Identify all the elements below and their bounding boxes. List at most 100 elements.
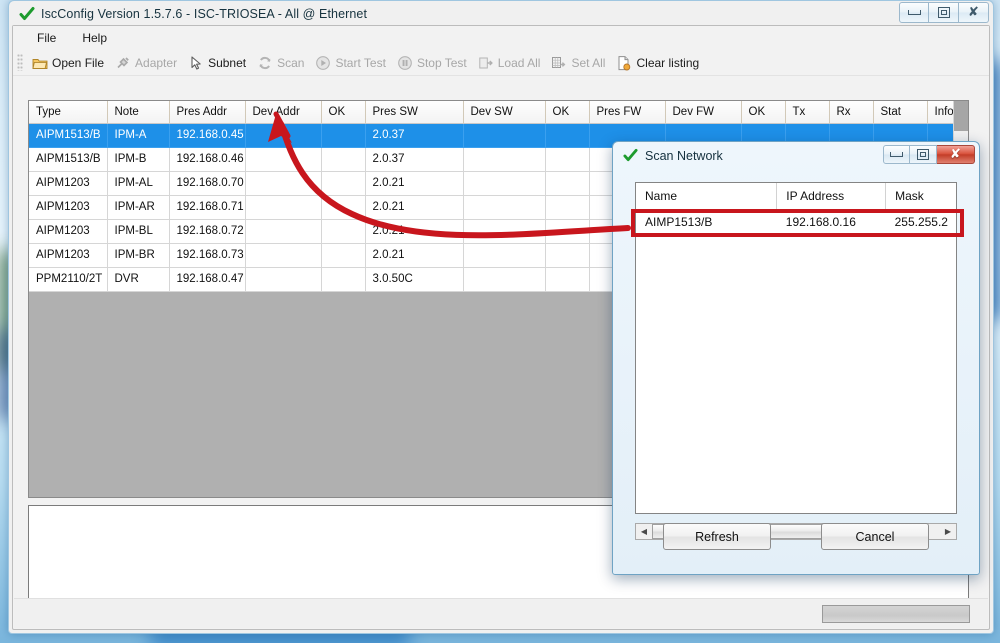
cell-dev-sw — [463, 147, 546, 172]
column-header-tx[interactable]: Tx — [785, 101, 830, 124]
cell-dev-addr — [245, 243, 322, 268]
scan-column-header-name[interactable]: Name — [636, 183, 778, 210]
toolbar-load-all-label: Load All — [497, 55, 541, 70]
cell-note: IPM-A — [107, 123, 170, 148]
annotation-highlight-rect — [631, 209, 964, 237]
column-header-rx[interactable]: Rx — [829, 101, 874, 124]
cell-ok-1 — [321, 123, 366, 148]
cell-dev-addr — [245, 123, 322, 148]
toolbar-open-file[interactable]: Open File — [27, 52, 109, 73]
toolbar-clear-listing[interactable]: Clear listing — [611, 52, 704, 73]
cell-dev-sw — [463, 267, 546, 292]
scan-column-header-ip[interactable]: IP Address — [776, 183, 887, 210]
cell-dev-sw — [463, 171, 546, 196]
refresh-icon — [257, 55, 273, 71]
maximize-button[interactable] — [929, 2, 959, 23]
column-header-type[interactable]: Type — [29, 101, 108, 124]
minimize-icon — [890, 152, 903, 157]
toolbar-adapter[interactable]: Adapter — [110, 52, 182, 73]
close-button[interactable]: ✘ — [959, 2, 989, 23]
cell-pres-sw: 2.0.21 — [365, 219, 464, 244]
cell-ok-1 — [321, 147, 366, 172]
toolbar-scan[interactable]: Scan — [252, 52, 309, 73]
column-header-stat[interactable]: Stat — [873, 101, 928, 124]
toolbar-load-all[interactable]: Load All — [473, 52, 546, 73]
dialog-maximize-button[interactable] — [910, 145, 937, 164]
toolbar: Open File Adapter Subnet Scan Start Test… — [13, 50, 989, 76]
cell-ok-2 — [545, 219, 590, 244]
cell-ok-2 — [545, 171, 590, 196]
cell-dev-addr — [245, 147, 322, 172]
toolbar-start-test[interactable]: Start Test — [310, 52, 390, 73]
cell-pres-sw: 2.0.37 — [365, 147, 464, 172]
close-icon: ✘ — [950, 147, 961, 162]
dialog-title: Scan Network — [645, 148, 723, 163]
cell-pres-sw: 2.0.21 — [365, 195, 464, 220]
upload-grid-icon — [551, 55, 567, 71]
column-header-ok-3[interactable]: OK — [741, 101, 786, 124]
cancel-button-label: Cancel — [855, 529, 895, 544]
cell-type: AIPM1203 — [29, 171, 108, 196]
cell-type: AIPM1513/B — [29, 123, 108, 148]
cell-ok-1 — [321, 219, 366, 244]
column-header-note[interactable]: Note — [107, 101, 170, 124]
cell-note: DVR — [107, 267, 170, 292]
refresh-button-label: Refresh — [695, 529, 739, 544]
cell-pres-addr: 192.168.0.46 — [169, 147, 246, 172]
refresh-button[interactable]: Refresh — [663, 523, 771, 550]
menu-help-label: Help — [82, 31, 108, 45]
cell-pres-addr: 192.168.0.72 — [169, 219, 246, 244]
green-check-icon — [623, 148, 638, 163]
toolbar-start-test-label: Start Test — [335, 55, 386, 70]
menu-help[interactable]: Help — [72, 29, 117, 47]
cell-dev-addr — [245, 219, 322, 244]
dialog-titlebar: Scan Network ✘ — [613, 142, 979, 169]
status-progress-bar — [822, 605, 970, 623]
toolbar-subnet-label: Subnet — [208, 55, 247, 70]
maximize-icon — [937, 7, 950, 18]
column-header-dev-fw[interactable]: Dev FW — [665, 101, 742, 124]
menu-file-label: File — [37, 31, 57, 45]
cell-note: IPM-BL — [107, 219, 170, 244]
cell-dev-addr — [245, 171, 322, 196]
column-header-dev-sw[interactable]: Dev SW — [463, 101, 546, 124]
download-icon — [478, 55, 494, 71]
scrollbar-thumb[interactable] — [954, 101, 968, 131]
cell-note: IPM-AR — [107, 195, 170, 220]
cell-note: IPM-B — [107, 147, 170, 172]
toolbar-stop-test[interactable]: Stop Test — [392, 52, 472, 73]
cell-dev-sw — [463, 195, 546, 220]
minimize-button[interactable] — [899, 2, 929, 23]
toolbar-scan-label: Scan — [277, 55, 305, 70]
maximize-icon — [917, 149, 929, 160]
toolbar-set-all[interactable]: Set All — [546, 52, 610, 73]
cell-dev-sw — [463, 243, 546, 268]
cell-ok-1 — [321, 267, 366, 292]
column-header-pres-fw[interactable]: Pres FW — [589, 101, 666, 124]
toolbar-subnet[interactable]: Subnet — [183, 52, 251, 73]
minimize-icon — [907, 10, 921, 15]
cell-dev-sw — [463, 123, 546, 148]
column-header-ok-1[interactable]: OK — [321, 101, 366, 124]
column-header-pres-sw[interactable]: Pres SW — [365, 101, 464, 124]
scan-column-header-mask[interactable]: Mask — [885, 183, 956, 210]
toolbar-clear-listing-label: Clear listing — [636, 55, 700, 70]
cell-dev-sw — [463, 219, 546, 244]
dialog-minimize-button[interactable] — [883, 145, 910, 164]
cell-type: AIPM1203 — [29, 219, 108, 244]
cancel-button[interactable]: Cancel — [821, 523, 929, 550]
toolbar-grip[interactable] — [17, 54, 23, 71]
column-header-dev-addr[interactable]: Dev Addr — [245, 101, 322, 124]
column-header-pres-addr[interactable]: Pres Addr — [169, 101, 246, 124]
cell-note: IPM-AL — [107, 171, 170, 196]
cell-type: AIPM1203 — [29, 195, 108, 220]
cell-type: PPM2110/2T — [29, 267, 108, 292]
cell-pres-addr: 192.168.0.70 — [169, 171, 246, 196]
cell-pres-addr: 192.168.0.47 — [169, 267, 246, 292]
cell-pres-sw: 2.0.21 — [365, 243, 464, 268]
cell-pres-sw: 3.0.50C — [365, 267, 464, 292]
column-header-ok-2[interactable]: OK — [545, 101, 590, 124]
menu-file[interactable]: File — [27, 29, 66, 47]
green-check-icon — [19, 6, 35, 22]
dialog-close-button[interactable]: ✘ — [937, 145, 975, 164]
